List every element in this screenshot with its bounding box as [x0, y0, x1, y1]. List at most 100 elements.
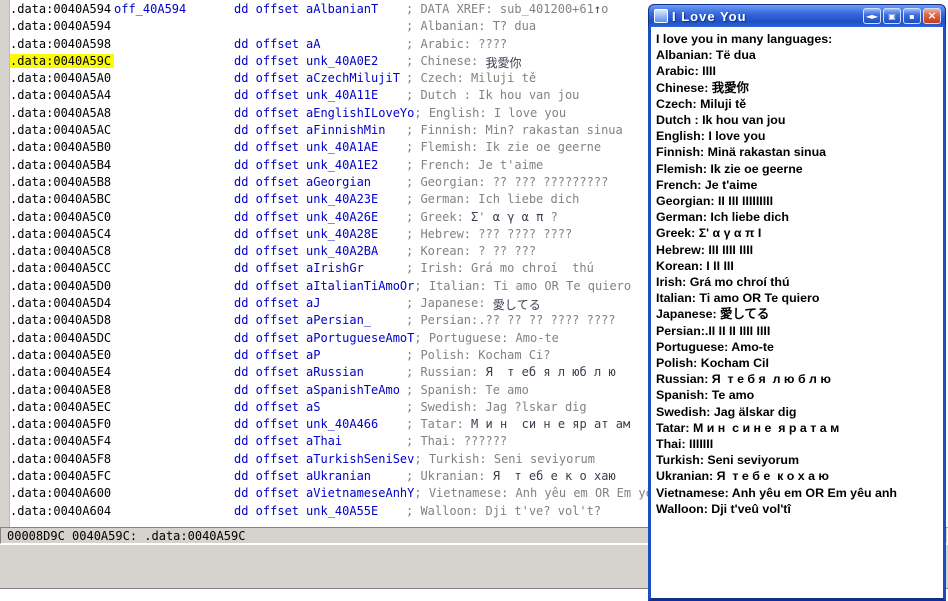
address: .data:0040A5E0 [10, 347, 112, 362]
comment: ; Persian:.?? ?? ?? ???? ???? [406, 313, 616, 328]
address: .data:0040A604 [10, 503, 112, 518]
operand: aUkranian [306, 469, 372, 484]
address: .data:0040A5B0 [10, 140, 112, 155]
comment: ; Spanish: Te amo [406, 382, 529, 397]
comment: ; Czech: Miluji tě [406, 71, 537, 86]
mnemonic: dd offset [234, 330, 300, 345]
message-line: Walloon: Dji t'veû vol'tî [656, 501, 791, 516]
operand: unk_40A0E2 [306, 53, 379, 68]
message-line: Japanese: 愛してる [656, 307, 770, 322]
dialog-titlebar[interactable]: I Love You ◄► ▣ ▪ × [648, 4, 946, 27]
comment: ; Dutch : Ik hou van jou [406, 88, 580, 103]
mnemonic: dd offset [234, 123, 300, 138]
mnemonic: dd offset [234, 209, 300, 224]
mnemonic: dd offset [234, 347, 300, 362]
message-line: Thai: IIIIIII [656, 437, 714, 452]
message-line: Finnish: Minä rakastan sinua [656, 145, 827, 160]
operand: aIrishGr [306, 261, 364, 276]
mnemonic: dd offset [234, 226, 300, 241]
mnemonic: dd offset [234, 451, 300, 466]
address: .data:0040A5CC [10, 261, 112, 276]
comment: ; Japanese: 愛してる [406, 296, 541, 313]
mnemonic: dd offset [234, 71, 300, 86]
operand: unk_40A1E2 [306, 157, 379, 172]
message-line: Georgian: II III IIIIIIIII [656, 194, 774, 209]
operand: aThai [306, 434, 343, 449]
i-love-you-dialog: I Love You ◄► ▣ ▪ × I love you in many lang… [648, 4, 946, 601]
mnemonic: dd offset [234, 36, 300, 51]
comment: ; Arabic: ???? [406, 36, 508, 51]
mnemonic: dd offset [234, 399, 300, 414]
dialog-title: I Love You [672, 8, 747, 24]
operand: unk_40A1AE [306, 140, 379, 155]
minimize-button[interactable]: ▪ [903, 8, 921, 24]
message-line: Polish: Kocham CiI [656, 356, 769, 371]
comment: ; Tatar: М и н си н е яр ат ам [406, 417, 631, 432]
comment: ; French: Je t'aime [406, 157, 544, 172]
screen: .data:0040A594 off_40A594 dd offset aAlbani… [0, 0, 948, 601]
mnemonic: dd offset [234, 88, 300, 103]
comment: ; Swedish: Jag ?lskar dig [406, 399, 587, 414]
operand: aJ [306, 296, 321, 311]
address: .data:0040A5F4 [10, 434, 112, 449]
comment: ; DATA XREF: sub_401200+61↑o [406, 2, 609, 16]
comment: ; Italian: Ti amo OR Te quiero [414, 278, 632, 293]
operand: aA [306, 36, 321, 51]
address: .data:0040A5F0 [10, 417, 112, 432]
message-line: Vietnamese: Anh yêu em OR Em yêu anh [656, 485, 898, 500]
operand: unk_40A55E [306, 503, 379, 518]
close-button[interactable]: × [923, 8, 941, 24]
mnemonic: dd offset [234, 174, 300, 189]
operand: aItalianTiAmoOr [306, 278, 415, 293]
address: .data:0040A5E8 [10, 382, 112, 397]
swap-icon: ◄► [865, 11, 879, 21]
operand: aTurkishSeniSev [306, 451, 415, 466]
address: .data:0040A5F8 [10, 451, 112, 466]
address: .data:0040A598 [10, 36, 112, 51]
comment: ; Korean: ? ?? ??? [406, 244, 537, 259]
address: .data:0040A5C4 [10, 226, 112, 241]
maximize-button[interactable]: ▣ [883, 8, 901, 24]
mnemonic: dd offset [234, 157, 300, 172]
address: .data:0040A5B4 [10, 157, 112, 172]
address: .data:0040A5B8 [10, 174, 112, 189]
swap-button[interactable]: ◄► [863, 8, 881, 24]
close-icon: × [927, 9, 937, 22]
message-line: Dutch : Ik hou van jou [656, 113, 786, 128]
message-line: Tatar: М и н с и н е я р а т а м [656, 420, 840, 435]
address: .data:0040A5D8 [10, 313, 112, 328]
message-line: Arabic: IIII [656, 64, 716, 79]
comment: ; Hebrew: ??? ???? ???? [406, 226, 573, 241]
address: .data:0040A600 [10, 486, 112, 501]
mnemonic: dd offset [234, 434, 300, 449]
ida-left-frame [0, 0, 10, 527]
mnemonic: dd offset [234, 296, 300, 311]
titlebar-buttons: ◄► ▣ ▪ × [863, 8, 941, 24]
message-line: Albanian: Të dua [656, 48, 756, 63]
comment: ; Flemish: Ik zie oe geerne [406, 140, 602, 155]
mnemonic: dd offset [234, 469, 300, 484]
operand: unk_40A23E [306, 192, 379, 207]
address: .data:0040A5E4 [10, 365, 112, 380]
message-line: Spanish: Te amo [656, 388, 755, 403]
comment: ; Polish: Kocham Ci? [406, 347, 551, 362]
operand: unk_40A11E [306, 88, 379, 103]
operand: aAlbanianT [306, 2, 379, 16]
message-line: English: I love you [656, 129, 766, 144]
minimize-icon: ▪ [909, 11, 915, 21]
window-icon [654, 9, 668, 23]
operand: aFinnishMin [306, 123, 386, 138]
mnemonic: dd offset [234, 261, 300, 276]
label: off_40A594 [114, 2, 187, 16]
operand: unk_40A26E [306, 209, 379, 224]
operand: unk_40A466 [306, 417, 379, 432]
mnemonic: dd offset [234, 313, 300, 328]
comment: ; Thai: ?????? [406, 434, 508, 449]
address: .data:0040A5C0 [10, 209, 112, 224]
address: .data:0040A5D0 [10, 278, 112, 293]
message-line: Turkish: Seni seviyorum [656, 453, 799, 468]
mnemonic: dd offset [234, 278, 300, 293]
comment: ; Chinese: 我愛你 [406, 53, 522, 70]
mnemonic: dd offset [234, 382, 300, 397]
status-text: 00008D9C 0040A59C: .data:0040A59C [7, 529, 246, 543]
